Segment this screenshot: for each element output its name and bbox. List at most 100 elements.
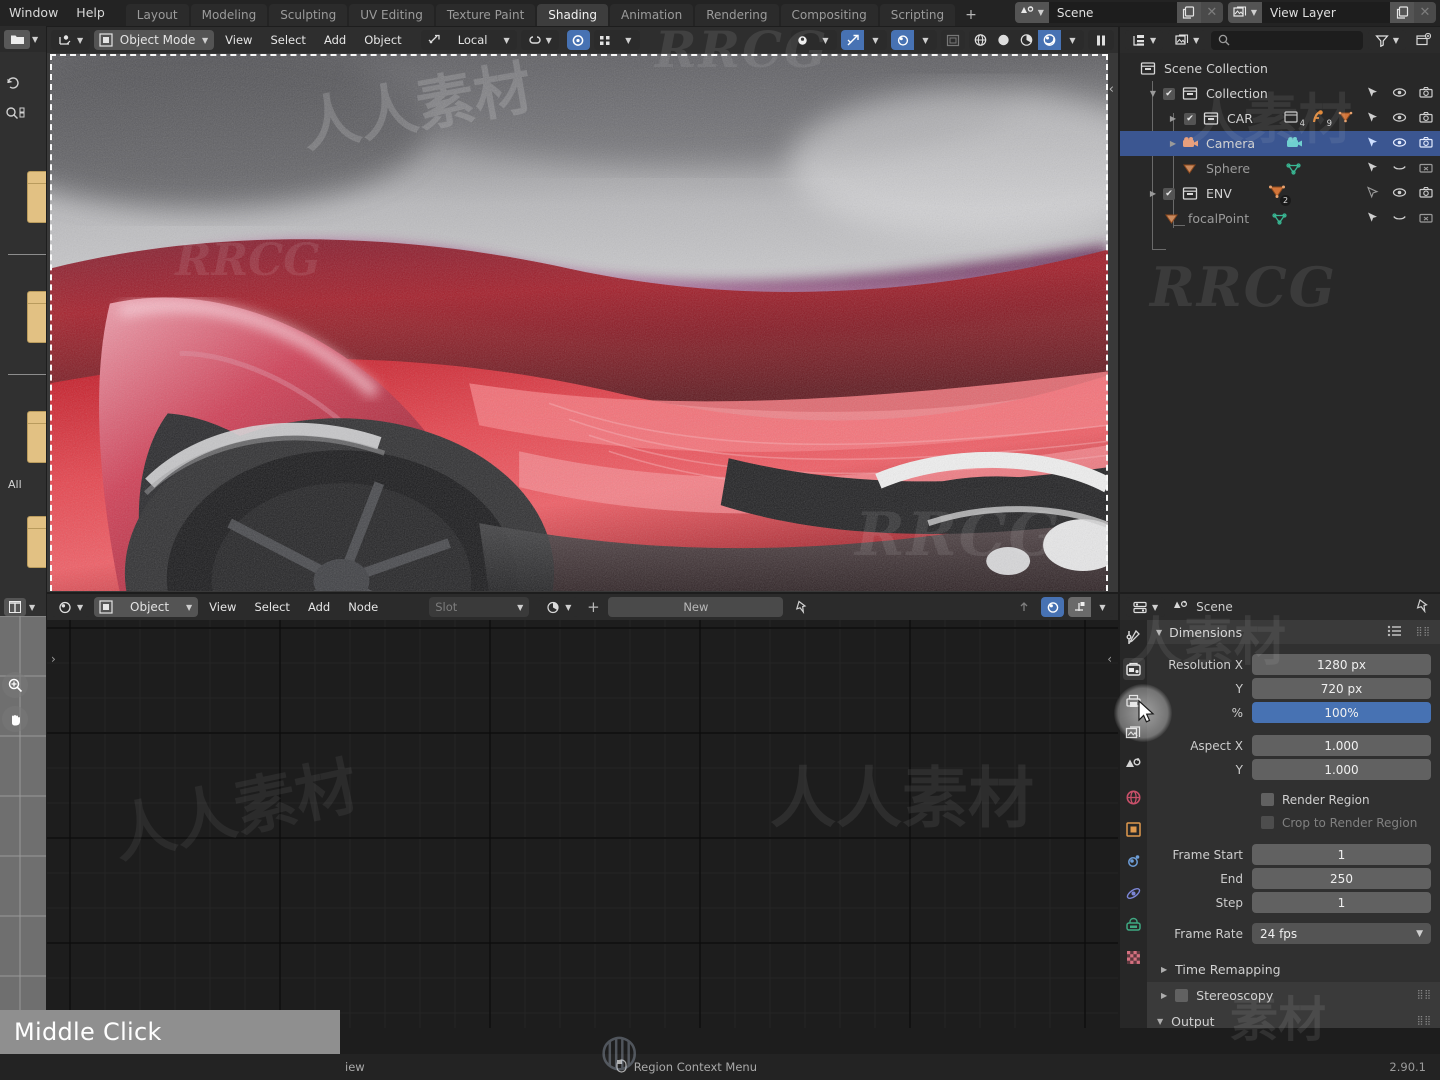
visibility-controls[interactable] [1365, 185, 1434, 202]
node-sidebar-toggle[interactable]: ‹ [1107, 652, 1112, 666]
eye-icon[interactable] [1392, 186, 1407, 202]
camera-icon[interactable] [1419, 111, 1434, 127]
outliner-row-camera[interactable]: ▶ Camera [1120, 131, 1440, 156]
workspace-tab-layout[interactable]: Layout [125, 4, 189, 26]
outliner-display-mode-selector[interactable]: ▼ [1168, 30, 1207, 50]
shading-rendered-icon[interactable] [1038, 30, 1061, 50]
new-collection-icon[interactable] [1411, 33, 1435, 47]
workspace-tab-uv-editing[interactable]: UV Editing [349, 4, 434, 26]
pin-icon[interactable] [787, 600, 815, 614]
enable-checkbox[interactable]: ✔ [1163, 187, 1175, 200]
workspace-tab-shading[interactable]: Shading [537, 4, 609, 26]
viewport-overlays-group[interactable]: ▼ [791, 30, 837, 50]
node-snap-icon[interactable] [1068, 597, 1091, 617]
gizmo-group[interactable]: ▼ [891, 30, 937, 50]
disclosure-triangle-icon[interactable]: ▶ [1166, 139, 1180, 148]
new-view-layer-button[interactable] [1390, 2, 1414, 23]
workspace-tab-animation[interactable]: Animation [610, 4, 694, 26]
frame-start-row[interactable]: Frame Start 1 [1147, 843, 1431, 866]
time-remapping-subpanel[interactable]: ▶ Time Remapping [1147, 956, 1440, 982]
node-canvas[interactable]: › ‹ [47, 620, 1118, 1028]
gizmo-toggle-icon[interactable] [891, 30, 914, 50]
dimensions-panel-header[interactable]: ▼ Dimensions ⣿⣿ [1147, 620, 1440, 644]
outliner-row-scene-collection[interactable]: Scene Collection [1120, 56, 1440, 81]
overlays-icon[interactable] [791, 30, 814, 50]
resolution-y-field[interactable]: 720 px [1252, 678, 1431, 699]
tab-object[interactable] [1123, 818, 1145, 840]
pan-tool-icon[interactable] [2, 706, 28, 732]
disclosure-triangle-icon[interactable]: ▶ [1146, 189, 1160, 198]
menu-window[interactable]: Window [0, 3, 67, 23]
stereoscopy-checkbox[interactable] [1175, 988, 1189, 1002]
visibility-controls[interactable] [1365, 136, 1434, 152]
outliner-row-sphere[interactable]: Sphere [1120, 156, 1440, 181]
add-workspace-button[interactable]: + [957, 4, 985, 26]
left-tool-refresh[interactable] [4, 74, 28, 92]
xray-toggle-icon[interactable] [841, 30, 864, 50]
workspace-tab-sculpting[interactable]: Sculpting [269, 4, 348, 26]
selectable-icon[interactable] [1365, 161, 1380, 177]
resolution-x-field[interactable]: 1280 px [1252, 654, 1431, 675]
eye-icon[interactable] [1392, 136, 1407, 152]
shading-material-preview-icon[interactable] [1015, 30, 1038, 50]
outliner-filter-button[interactable]: ▼ [1367, 30, 1406, 50]
left-tool-text[interactable]: ▼ [4, 598, 35, 616]
shading-solid-icon[interactable] [992, 30, 1015, 50]
selectable-icon[interactable] [1365, 86, 1380, 102]
tab-object-constraints[interactable] [1123, 914, 1145, 936]
frame-end-row[interactable]: End 250 [1147, 867, 1431, 890]
tab-world[interactable] [1123, 786, 1145, 808]
enable-checkbox[interactable]: ✔ [1163, 87, 1175, 100]
shader-editor[interactable]: ▼ Object ▼ View Select Add Node Slot ▼ ▼… [47, 594, 1118, 1028]
tab-modifier[interactable] [1123, 850, 1145, 872]
editor-type-selector[interactable]: ▼ [51, 30, 91, 50]
viewport-sidebar-toggle[interactable]: ‹ [1109, 82, 1114, 97]
add-material-button[interactable]: + [582, 597, 604, 617]
proportional-editing-group[interactable] [566, 30, 590, 50]
pause-render-button[interactable] [1088, 30, 1114, 50]
eye-icon[interactable] [1392, 111, 1407, 127]
frame-start-field[interactable]: 1 [1252, 844, 1431, 865]
node-toolbar-toggle[interactable]: › [51, 652, 56, 666]
snap-node-group[interactable]: ▼ [1068, 597, 1114, 617]
viewport-menu-view[interactable]: View [218, 30, 259, 50]
aspect-x-row[interactable]: Aspect X 1.000 [1147, 734, 1431, 757]
tab-scene[interactable] [1123, 754, 1145, 776]
camera-off-icon[interactable] [1419, 161, 1434, 177]
outliner-row-car[interactable]: ▶ ✔ CAR 4 9 [1120, 106, 1440, 131]
workspace-tab-rendering[interactable]: Rendering [695, 4, 779, 26]
proportional-falloff-group[interactable]: ▼ [593, 30, 640, 50]
scene-name-field[interactable]: Scene [1048, 2, 1177, 23]
selectable-icon[interactable] [1365, 211, 1380, 227]
visibility-controls[interactable] [1365, 111, 1434, 127]
enable-checkbox[interactable]: ✔ [1184, 112, 1196, 125]
frame-end-field[interactable]: 250 [1252, 868, 1431, 889]
chevron-down-icon[interactable]: ▼ [617, 30, 640, 50]
go-to-parent-icon[interactable] [1011, 600, 1037, 614]
visibility-controls[interactable] [1365, 161, 1434, 177]
3d-viewport[interactable]: ▼ Object Mode ▼ View Select Add Object L… [47, 27, 1118, 592]
visibility-controls[interactable] [1365, 211, 1434, 227]
resolution-x-row[interactable]: Resolution X 1280 px [1147, 653, 1431, 676]
panel-grip-icon[interactable]: ⣿⣿ [1417, 1016, 1432, 1026]
disclosure-triangle-icon[interactable]: ▼ [1157, 1017, 1163, 1026]
properties-editor-type-selector[interactable]: ▼ [1126, 597, 1166, 617]
asset-thumb-4[interactable] [27, 516, 46, 568]
resolution-percent-row[interactable]: % 100% [1147, 701, 1431, 724]
properties-tab-column[interactable] [1120, 620, 1147, 1028]
aspect-y-field[interactable]: 1.000 [1252, 759, 1431, 780]
eye-icon[interactable] [1392, 86, 1407, 102]
viewport-menu-select[interactable]: Select [263, 30, 312, 50]
remove-view-layer-button[interactable]: ✕ [1414, 2, 1436, 23]
proportional-editing-icon[interactable] [566, 30, 590, 50]
eye-closed-icon[interactable] [1392, 161, 1407, 177]
new-scene-button[interactable] [1176, 2, 1201, 23]
workspace-tab-modeling[interactable]: Modeling [190, 4, 268, 26]
disclosure-triangle-icon[interactable]: ▼ [1156, 628, 1162, 637]
asset-thumb-2[interactable] [27, 291, 46, 343]
material-slot-selector[interactable]: Slot ▼ [429, 597, 530, 617]
camera-icon[interactable] [1419, 186, 1434, 202]
selectable-icon[interactable] [1365, 111, 1380, 127]
selectable-icon[interactable] [1365, 136, 1380, 152]
outliner-row-focalpoint[interactable]: focalPoint [1120, 206, 1440, 231]
